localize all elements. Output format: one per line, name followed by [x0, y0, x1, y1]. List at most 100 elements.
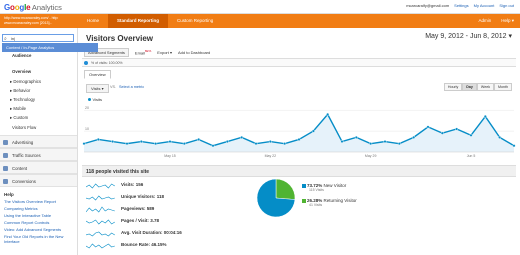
search-input[interactable]: in| [2, 34, 74, 42]
help-link[interactable]: Video: Add Advanced Segments [4, 227, 76, 232]
data-point[interactable] [139, 140, 143, 144]
metric-value: 118 [156, 194, 164, 199]
metric-row[interactable]: Pages / Visit: 3.78 [86, 216, 236, 226]
sidebar-item-custom[interactable]: ▸ Custom [10, 115, 28, 121]
metric-text: Unique Visitors: 118 [121, 194, 164, 199]
metric-value: 156 [135, 182, 144, 187]
data-point[interactable] [211, 144, 215, 148]
data-point[interactable] [111, 140, 115, 144]
sidebar-item-audience[interactable]: Audience [12, 53, 31, 58]
help-link[interactable]: Comparing Metrics [4, 206, 76, 211]
x-tick-label: May 15 [164, 154, 176, 158]
data-point[interactable] [197, 137, 201, 141]
help-link[interactable]: Find Your Old Reports in the New Interfa… [4, 234, 76, 244]
data-point[interactable] [426, 125, 430, 129]
pie-slice-returning[interactable] [275, 178, 296, 200]
sidebar-item-behavior[interactable]: ▸ Behavior [10, 88, 30, 94]
sparkline [86, 231, 115, 237]
tab-custom-reporting[interactable]: Custom Reporting [168, 14, 222, 28]
data-point[interactable] [354, 135, 358, 139]
data-point[interactable] [82, 142, 86, 146]
metric-row[interactable]: Visits: 156 [86, 180, 236, 190]
data-point[interactable] [498, 135, 502, 139]
nav-tabs: Home Standard Reporting Custom Reporting [78, 14, 222, 28]
metric-label: Pages / Visit: [121, 218, 149, 223]
data-point[interactable] [469, 133, 473, 137]
hourly-button[interactable]: Hourly [443, 83, 463, 91]
segment-bar: % of visits: 100.00% [82, 58, 516, 67]
x-tick-label: May 29 [365, 154, 377, 158]
help-link[interactable]: Help ▾ [501, 14, 514, 28]
my-account-link[interactable]: My Account [474, 3, 495, 8]
metric-value: 3.78 [150, 218, 159, 223]
returning-visitor-swatch [302, 198, 306, 203]
search-suggestion[interactable]: Content / In-Page Analytics [2, 43, 98, 52]
returning-visitor-label: Returning Visitor [323, 198, 357, 203]
data-point[interactable] [311, 129, 315, 133]
metric-row[interactable]: Bounce Rate: 46.15% [86, 240, 236, 250]
data-point[interactable] [326, 112, 330, 116]
main-content: Visitors Overview May 9, 2012 - Jun 8, 2… [78, 28, 520, 255]
metric-text: Pages / Visit: 3.78 [121, 218, 159, 223]
metric-row[interactable]: Unique Visitors: 118 [86, 192, 236, 202]
data-point[interactable] [340, 140, 344, 144]
add-to-dashboard-button[interactable]: Add to Dashboard [178, 50, 210, 55]
account-selector[interactable]: http://www.mcaracraley.com/ - http: www.… [4, 16, 74, 25]
data-point[interactable] [168, 140, 172, 144]
data-point[interactable] [283, 142, 287, 146]
export-button[interactable]: Export ▾ [157, 50, 172, 55]
month-button[interactable]: Month [494, 83, 512, 91]
data-point[interactable] [240, 135, 244, 139]
data-point[interactable] [397, 142, 401, 146]
granularity-toggle: Hourly Day Week Month [443, 83, 512, 91]
email-button[interactable]: EmailBETA [135, 50, 151, 55]
sidebar-section-content[interactable]: Content [0, 161, 77, 174]
tab-overview[interactable]: Overview [84, 70, 111, 79]
metric-row[interactable]: Avg. Visit Duration: 00:04:16 [86, 228, 236, 238]
sidebar-item-overview[interactable]: Overview [12, 69, 31, 74]
google-analytics-logo[interactable]: Google Analytics [4, 2, 62, 12]
tab-standard-reporting[interactable]: Standard Reporting [108, 14, 169, 28]
help-link[interactable]: The Visitors Overview Report [4, 199, 76, 204]
data-point[interactable] [225, 140, 229, 144]
search-value: in| [11, 36, 16, 41]
data-point[interactable] [383, 140, 387, 144]
settings-link[interactable]: Settings [454, 3, 468, 8]
data-point[interactable] [455, 127, 459, 131]
data-point[interactable] [297, 137, 301, 141]
day-button[interactable]: Day [462, 83, 477, 91]
data-point[interactable] [254, 142, 258, 146]
sidebar-item-mobile[interactable]: ▸ Mobile [10, 106, 26, 112]
nav-right: Admin Help ▾ [478, 14, 514, 28]
week-button[interactable]: Week [476, 83, 494, 91]
sidebar-item-demographics[interactable]: ▸ Demographics [10, 79, 41, 85]
returning-visitor-count: 41 Visits [309, 203, 323, 207]
date-range-picker[interactable]: May 9, 2012 - Jun 8, 2012 ▾ [425, 32, 512, 40]
data-point[interactable] [96, 137, 100, 141]
sidebar-section-conversions[interactable]: Conversions [0, 174, 77, 187]
data-point[interactable] [369, 142, 373, 146]
sign-out-link[interactable]: Sign out [499, 3, 514, 8]
sidebar-item-technology[interactable]: ▸ Technology [10, 97, 35, 103]
admin-link[interactable]: Admin [478, 14, 491, 28]
data-point[interactable] [182, 142, 186, 146]
data-point[interactable] [412, 135, 416, 139]
visits-chart[interactable]: 10 20 May 15 May 22 May 29 Jun 5 [78, 92, 520, 164]
data-point[interactable] [125, 142, 129, 146]
data-point[interactable] [483, 114, 487, 118]
visitor-type-pie[interactable] [256, 178, 296, 218]
metric-label: Unique Visitors: [121, 194, 156, 199]
sidebar-item-visitors-flow[interactable]: Visitors Flow [12, 125, 36, 130]
help-link[interactable]: Common Report Controls [4, 220, 76, 225]
data-point[interactable] [512, 144, 516, 148]
help-link[interactable]: Using the Interactive Table [4, 213, 76, 218]
sidebar-section-traffic-sources[interactable]: Traffic Sources [0, 148, 77, 161]
data-point[interactable] [268, 140, 272, 144]
sidebar-section-advertising[interactable]: Advertising [0, 135, 77, 148]
metric-row[interactable]: Pageviews: 589 [86, 204, 236, 214]
data-point[interactable] [154, 142, 158, 146]
data-point[interactable] [440, 131, 444, 135]
select-metric-link[interactable]: Select a metric [119, 85, 144, 89]
tab-home[interactable]: Home [78, 14, 108, 28]
sidebar-section-label: Content [12, 166, 28, 171]
